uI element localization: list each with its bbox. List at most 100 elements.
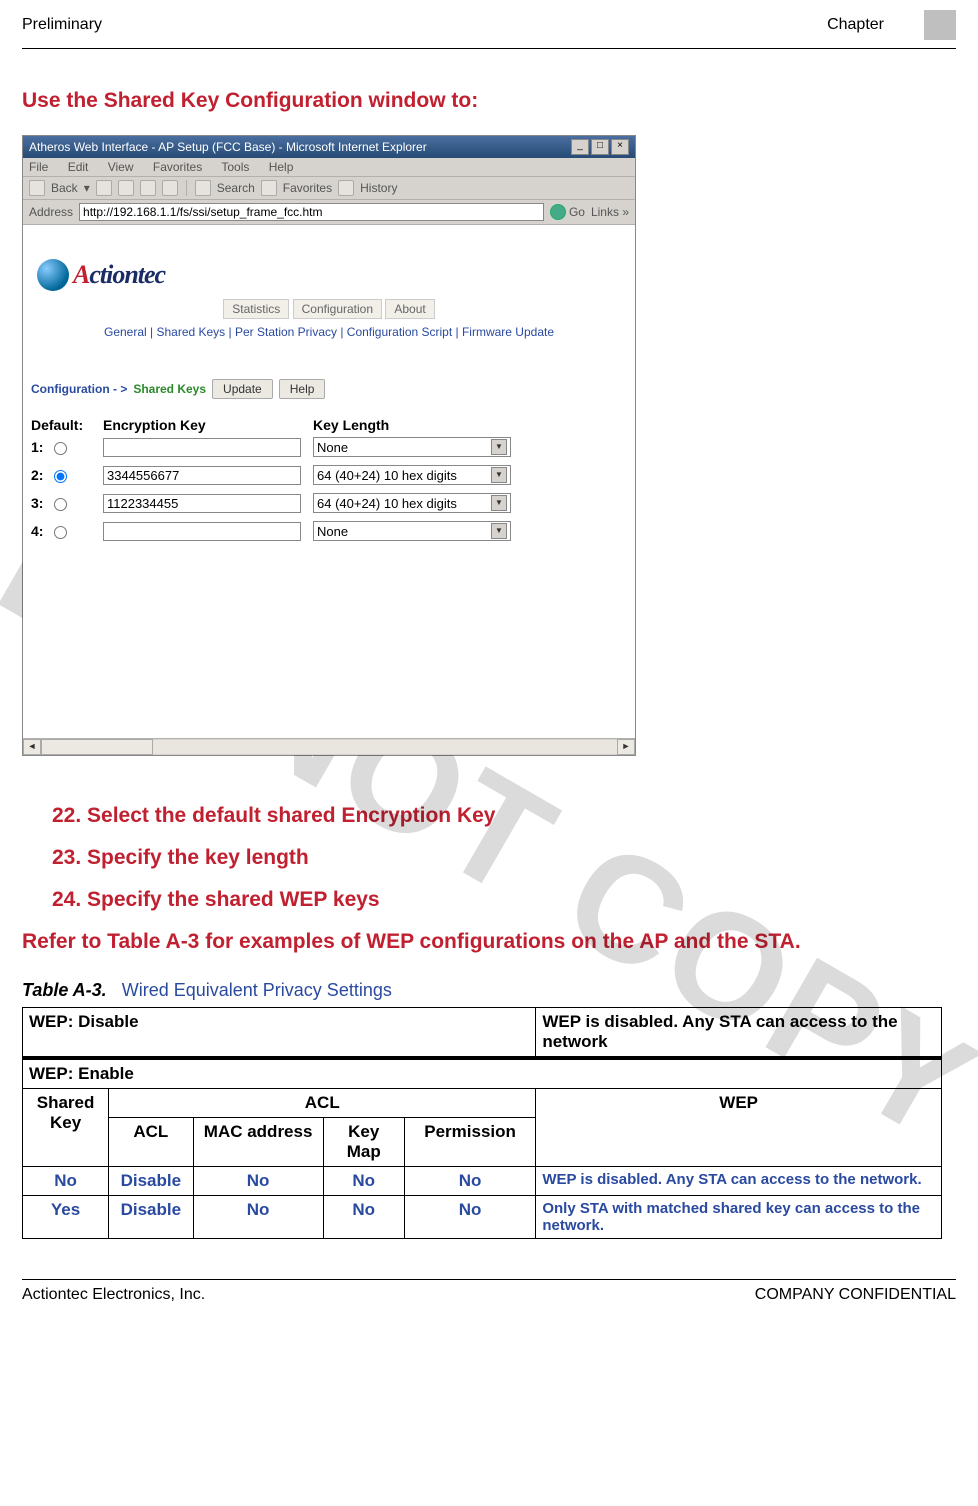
favorites-label[interactable]: Favorites <box>283 181 332 195</box>
home-icon[interactable] <box>162 180 178 196</box>
step-22: 22. Select the default shared Encryption… <box>52 804 956 828</box>
th-permission: Permission <box>404 1118 536 1167</box>
section-title: Use the Shared Key Configuration window … <box>22 89 956 113</box>
close-icon[interactable]: × <box>611 139 629 155</box>
search-label[interactable]: Search <box>217 181 255 195</box>
config-row: Configuration - > Shared Keys Update Hel… <box>31 379 627 399</box>
scroll-track[interactable] <box>153 740 617 754</box>
ie-content-area: Actiontec Statistics Configuration About… <box>23 225 635 755</box>
menu-edit[interactable]: Edit <box>68 160 89 174</box>
links-label[interactable]: Links » <box>591 205 629 219</box>
tabs-primary: Statistics Configuration About <box>31 299 627 319</box>
cell-keymap: No <box>323 1167 404 1196</box>
cell-acl: Disable <box>109 1167 193 1196</box>
wep-settings-table: WEP: Disable WEP is disabled. Any STA ca… <box>22 1007 942 1239</box>
actiontec-logo-icon <box>37 259 69 291</box>
back-label[interactable]: Back <box>51 181 78 195</box>
header-right: Chapter <box>827 16 884 34</box>
search-icon[interactable] <box>195 180 211 196</box>
horizontal-scrollbar[interactable]: ◄ ► <box>23 738 635 755</box>
tabs-secondary[interactable]: General | Shared Keys | Per Station Priv… <box>31 325 627 339</box>
cell-shared: Yes <box>23 1196 109 1239</box>
ie-title-text: Atheros Web Interface - AP Setup (FCC Ba… <box>29 140 427 154</box>
screenshot-ie-window: Atheros Web Interface - AP Setup (FCC Ba… <box>22 135 636 756</box>
key-row-1: 1: None▼ <box>31 433 627 461</box>
go-label: Go <box>569 205 585 219</box>
th-acl: ACL <box>109 1118 193 1167</box>
th-keymap: Key Map <box>323 1118 404 1167</box>
key-length-select-3[interactable]: 64 (40+24) 10 hex digits▼ <box>313 493 511 513</box>
key-length-select-1[interactable]: None▼ <box>313 437 511 457</box>
config-section: Shared Keys <box>133 382 206 396</box>
go-button[interactable]: Go <box>550 204 585 220</box>
menu-favorites[interactable]: Favorites <box>153 160 202 174</box>
row-number: 2: <box>31 467 43 483</box>
chevron-down-icon: ▼ <box>491 439 507 455</box>
menu-file[interactable]: File <box>29 160 48 174</box>
ie-address-bar: Address Go Links » <box>23 200 635 225</box>
tab-configuration[interactable]: Configuration <box>293 299 382 319</box>
menu-tools[interactable]: Tools <box>221 160 249 174</box>
table-row: No Disable No No No WEP is disabled. Any… <box>23 1167 942 1196</box>
cell-wep-desc: WEP is disabled. Any STA can access to t… <box>536 1167 942 1196</box>
scroll-thumb[interactable] <box>41 739 153 755</box>
tab-about[interactable]: About <box>385 299 434 319</box>
menu-view[interactable]: View <box>108 160 134 174</box>
header-left: Preliminary <box>22 16 102 34</box>
encryption-key-input-1[interactable] <box>103 438 301 457</box>
key-length-select-2[interactable]: 64 (40+24) 10 hex digits▼ <box>313 465 511 485</box>
go-icon <box>550 204 566 220</box>
ie-menubar: File Edit View Favorites Tools Help <box>23 158 635 177</box>
default-radio-1[interactable] <box>54 442 67 455</box>
default-radio-4[interactable] <box>54 526 67 539</box>
history-icon[interactable] <box>338 180 354 196</box>
history-label[interactable]: History <box>360 181 397 195</box>
ie-toolbar: Back ▾ Search Favorites History <box>23 177 635 200</box>
back-icon[interactable] <box>29 180 45 196</box>
key-row-2: 2: 64 (40+24) 10 hex digits▼ <box>31 461 627 489</box>
cell-acl: Disable <box>109 1196 193 1239</box>
row-number: 1: <box>31 439 43 455</box>
favorites-icon[interactable] <box>261 180 277 196</box>
menu-help[interactable]: Help <box>269 160 294 174</box>
col-default: Default: <box>31 417 103 433</box>
chevron-down-icon: ▼ <box>491 467 507 483</box>
refresh-icon[interactable] <box>140 180 156 196</box>
maximize-icon[interactable]: □ <box>591 139 609 155</box>
default-radio-2[interactable] <box>54 470 67 483</box>
key-row-3: 3: 64 (40+24) 10 hex digits▼ <box>31 489 627 517</box>
scroll-left-icon[interactable]: ◄ <box>23 739 41 755</box>
minimize-icon[interactable]: _ <box>571 139 589 155</box>
wep-disable-desc: WEP is disabled. Any STA can access to t… <box>536 1008 942 1059</box>
chevron-down-icon: ▼ <box>491 523 507 539</box>
cell-shared: No <box>23 1167 109 1196</box>
cell-wep-desc: Only STA with matched shared key can acc… <box>536 1196 942 1239</box>
th-acl-group: ACL <box>109 1089 536 1118</box>
stop-icon[interactable] <box>118 180 134 196</box>
default-radio-3[interactable] <box>54 498 67 511</box>
wep-enable-label: WEP: Enable <box>23 1058 942 1089</box>
encryption-key-input-3[interactable] <box>103 494 301 513</box>
scroll-right-icon[interactable]: ► <box>617 739 635 755</box>
config-label: Configuration - > <box>31 382 127 396</box>
update-button[interactable]: Update <box>212 379 273 399</box>
th-shared-key: Shared Key <box>23 1089 109 1167</box>
refer-text: Refer to Table A-3 for examples of WEP c… <box>22 930 956 954</box>
help-button[interactable]: Help <box>279 379 326 399</box>
shared-keys-table: Default: Encryption Key Key Length 1: No… <box>31 417 627 545</box>
key-row-4: 4: None▼ <box>31 517 627 545</box>
encryption-key-input-2[interactable] <box>103 466 301 485</box>
footer-right: COMPANY CONFIDENTIAL <box>755 1286 956 1304</box>
cell-mac: No <box>193 1196 323 1239</box>
tab-statistics[interactable]: Statistics <box>223 299 289 319</box>
steps-list: 22. Select the default shared Encryption… <box>22 804 956 912</box>
key-length-select-4[interactable]: None▼ <box>313 521 511 541</box>
forward-icon[interactable] <box>96 180 112 196</box>
encryption-key-input-4[interactable] <box>103 522 301 541</box>
col-encryption-key: Encryption Key <box>103 417 313 433</box>
address-input[interactable] <box>79 203 544 221</box>
step-24: 24. Specify the shared WEP keys <box>52 888 956 912</box>
caption-text: Wired Equivalent Privacy Settings <box>122 980 392 1000</box>
th-wep: WEP <box>536 1089 942 1167</box>
cell-mac: No <box>193 1167 323 1196</box>
